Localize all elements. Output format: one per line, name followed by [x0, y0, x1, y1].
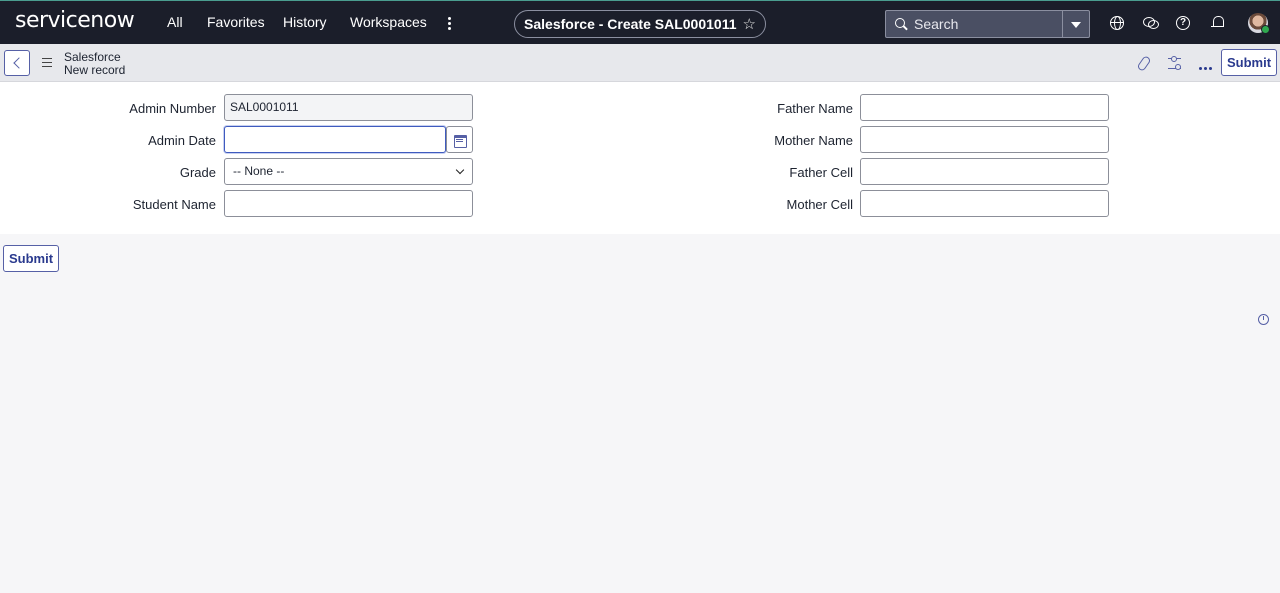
top-navigation-bar: servicenow All Favorites History Workspa… — [0, 0, 1280, 44]
chat-icon[interactable] — [1143, 15, 1159, 31]
submit-button-footer[interactable]: Submit — [3, 245, 59, 272]
nav-workspaces[interactable]: Workspaces — [350, 14, 427, 30]
notifications-bell-icon[interactable] — [1210, 15, 1226, 31]
father-cell-field[interactable] — [860, 158, 1109, 185]
search-icon — [886, 11, 914, 37]
more-menu-icon[interactable] — [444, 13, 454, 33]
nav-favorites[interactable]: Favorites — [207, 14, 265, 30]
personalize-form-icon[interactable] — [1168, 56, 1182, 70]
context-title-pill[interactable]: Salesforce - Create SAL0001011 ☆ — [514, 10, 766, 38]
mother-cell-field[interactable] — [860, 190, 1109, 217]
father-name-field[interactable] — [860, 94, 1109, 121]
mother-name-field[interactable] — [860, 126, 1109, 153]
student-name-field[interactable] — [224, 190, 473, 217]
favorite-star-icon[interactable]: ☆ — [743, 15, 756, 33]
admin-number-label: Admin Number — [129, 101, 216, 116]
grade-select[interactable]: -- None -- — [224, 158, 473, 185]
attachment-icon[interactable] — [1137, 56, 1151, 70]
help-icon[interactable]: ? — [1176, 16, 1190, 30]
record-form: Admin Number SAL0001011 Admin Date Grade… — [0, 82, 1280, 234]
admin-number-field[interactable]: SAL0001011 — [224, 94, 473, 121]
calendar-icon[interactable] — [446, 126, 473, 153]
search-scope-dropdown-icon[interactable] — [1062, 11, 1089, 37]
search-input[interactable]: Search — [914, 16, 1062, 32]
admin-date-label: Admin Date — [148, 133, 216, 148]
back-button[interactable] — [4, 50, 30, 76]
table-name: Salesforce — [64, 50, 121, 64]
record-name: New record — [64, 63, 126, 77]
nav-history[interactable]: History — [283, 14, 327, 30]
mother-cell-label: Mother Cell — [786, 197, 853, 212]
grade-label: Grade — [179, 165, 216, 180]
father-name-label: Father Name — [777, 101, 853, 116]
context-title: Salesforce - Create SAL0001011 — [524, 16, 737, 32]
father-cell-label: Father Cell — [789, 165, 853, 180]
nav-all[interactable]: All — [167, 14, 183, 30]
response-time-icon[interactable] — [1258, 314, 1269, 325]
user-avatar[interactable] — [1248, 13, 1270, 34]
context-menu-icon[interactable] — [42, 58, 52, 67]
admin-date-field[interactable] — [224, 126, 446, 153]
submit-button-header[interactable]: Submit — [1221, 49, 1277, 76]
student-name-label: Student Name — [132, 197, 216, 212]
more-options-icon[interactable] — [1199, 61, 1213, 75]
form-header: Salesforce New record Submit — [0, 44, 1280, 82]
servicenow-logo[interactable]: servicenow — [15, 8, 135, 33]
global-search[interactable]: Search — [885, 10, 1090, 38]
globe-icon[interactable] — [1110, 16, 1124, 30]
mother-name-label: Mother Name — [774, 133, 853, 148]
